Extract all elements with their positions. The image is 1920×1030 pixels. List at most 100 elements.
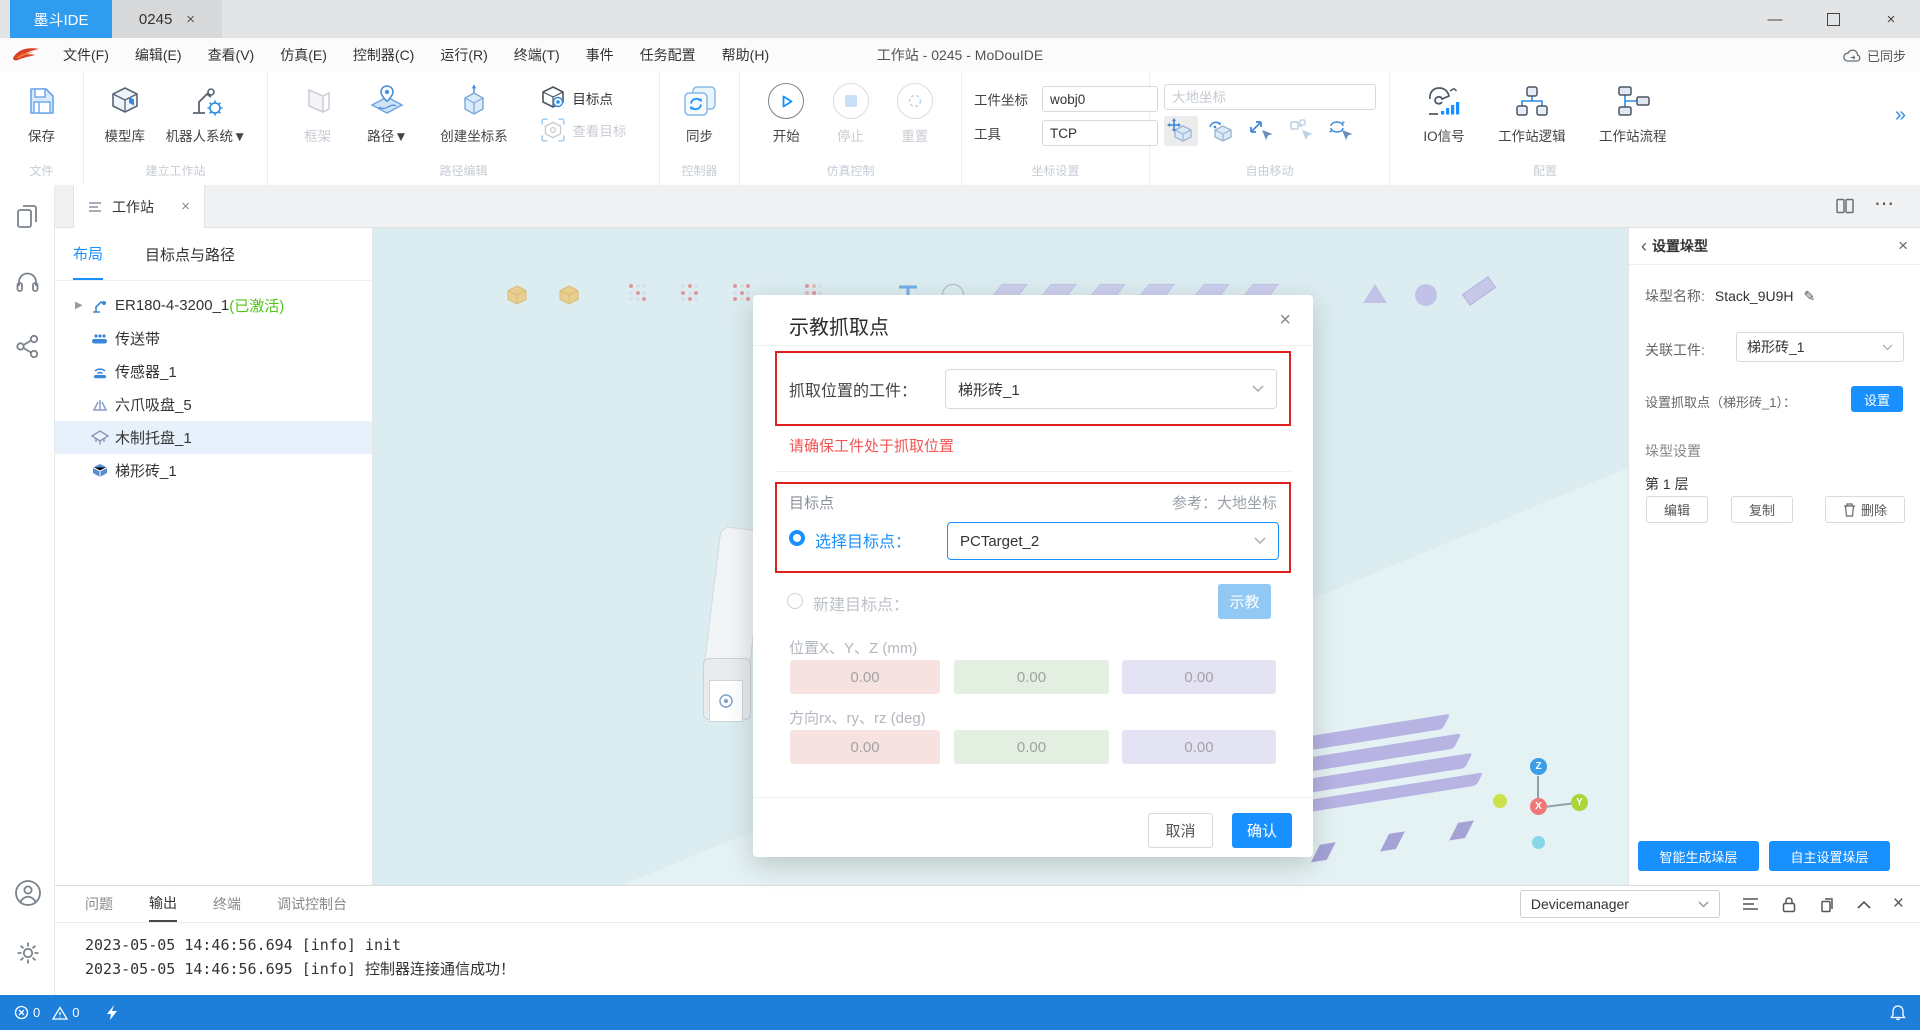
error-count[interactable]: 0 xyxy=(14,1005,40,1020)
stack-panel-close-icon[interactable]: × xyxy=(1898,236,1908,256)
clear-output-icon[interactable] xyxy=(1742,897,1759,911)
gizmo-bottom-dot[interactable] xyxy=(1532,836,1545,849)
menu-run[interactable]: 运行(R) xyxy=(427,45,500,65)
move-translate-icon[interactable] xyxy=(1164,116,1198,146)
menu-terminal[interactable]: 终端(T) xyxy=(501,45,573,65)
canvas-pattern-icon[interactable] xyxy=(629,284,647,302)
lock-scroll-icon[interactable] xyxy=(1781,896,1797,913)
set-grab-point-button[interactable]: 设置 xyxy=(1851,386,1903,412)
orientation-ry-input[interactable]: 0.00 xyxy=(954,730,1109,764)
new-target-radio[interactable] xyxy=(787,593,803,609)
pages-icon[interactable] xyxy=(14,201,41,231)
warning-count[interactable]: 0 xyxy=(52,1005,79,1020)
move-node-icon[interactable] xyxy=(1284,116,1318,146)
tree-item-gripper[interactable]: 六爪吸盘_5 xyxy=(55,388,372,421)
edit-pencil-icon[interactable]: ✎ xyxy=(1803,288,1815,305)
position-z-input[interactable]: 0.00 xyxy=(1122,660,1276,694)
doc-tab-0245[interactable]: 0245 × xyxy=(112,0,222,38)
create-coordsys-button[interactable]: 创建坐标系 xyxy=(440,80,508,145)
toolbar-expand-icon[interactable]: » xyxy=(1895,104,1904,127)
model-library-button[interactable]: 模型库 xyxy=(105,80,146,145)
tab-output[interactable]: 输出 xyxy=(149,886,177,922)
linked-workpiece-select[interactable]: 梯形砖_1 xyxy=(1736,332,1904,362)
view-target-button[interactable]: 查看目标 xyxy=(540,116,626,144)
tree-item-sensor[interactable]: 传感器_1 xyxy=(55,355,372,388)
save-button[interactable]: 保存 xyxy=(25,80,59,145)
canvas-pyramid-icon[interactable] xyxy=(1363,284,1387,303)
station-flow-button[interactable]: 工作站流程 xyxy=(1599,80,1667,145)
workstation-tab[interactable]: 工作站 × xyxy=(73,185,205,228)
canvas-cube2-icon[interactable] xyxy=(557,284,581,308)
frame-button[interactable]: 框架 xyxy=(301,80,335,145)
io-signal-button[interactable]: IO信号 xyxy=(1423,80,1464,145)
menu-file[interactable]: 文件(F) xyxy=(50,45,122,65)
world-coord-input[interactable] xyxy=(1164,84,1376,110)
console-close-icon[interactable]: × xyxy=(1893,893,1904,915)
move-free-icon[interactable] xyxy=(1324,116,1358,146)
menu-view[interactable]: 查看(V) xyxy=(195,45,268,65)
menu-event[interactable]: 事件 xyxy=(573,45,627,65)
canvas-sphere-icon[interactable] xyxy=(1415,284,1437,306)
gizmo-y-handle[interactable]: Y xyxy=(1571,794,1588,811)
doc-tab-close-icon[interactable]: × xyxy=(186,11,195,28)
tool-input[interactable] xyxy=(1042,120,1158,146)
headset-icon[interactable] xyxy=(14,269,41,295)
canvas-ruler-icon[interactable] xyxy=(1462,276,1496,306)
target-point-button[interactable]: 目标点 xyxy=(540,84,626,112)
sync-button[interactable]: 同步 xyxy=(681,80,719,145)
tab-problems[interactable]: 问题 xyxy=(85,886,113,922)
workstation-tab-close-icon[interactable]: × xyxy=(181,198,190,215)
menu-controller[interactable]: 控制器(C) xyxy=(340,45,427,65)
app-tab[interactable]: 墨斗IDE xyxy=(10,0,112,38)
copy-output-icon[interactable] xyxy=(1819,896,1835,913)
confirm-button[interactable]: 确认 xyxy=(1232,813,1292,848)
layer-delete-button[interactable]: 删除 xyxy=(1825,496,1905,523)
select-target-radio[interactable] xyxy=(789,530,805,546)
tab-layout[interactable]: 布局 xyxy=(73,228,103,280)
position-x-input[interactable]: 0.00 xyxy=(790,660,940,694)
device-select[interactable]: Devicemanager xyxy=(1520,890,1720,918)
manual-set-button[interactable]: 自主设置垛层 xyxy=(1769,841,1890,871)
cancel-button[interactable]: 取消 xyxy=(1148,813,1213,848)
window-close-button[interactable]: × xyxy=(1862,0,1920,38)
more-options-icon[interactable]: ⋯ xyxy=(1874,191,1894,216)
canvas-pattern-icon[interactable] xyxy=(681,284,699,302)
gizmo-target-dot[interactable] xyxy=(1493,794,1507,808)
settings-gear-icon[interactable] xyxy=(14,939,42,967)
network-nodes-icon[interactable] xyxy=(14,333,41,360)
workpiece-select[interactable]: 梯形砖_1 xyxy=(945,369,1277,409)
minimize-button[interactable]: — xyxy=(1746,0,1804,38)
back-chevron-icon[interactable]: ‹ xyxy=(1641,236,1647,257)
menu-help[interactable]: 帮助(H) xyxy=(709,45,782,65)
path-button[interactable]: 路径▼ xyxy=(367,80,407,145)
menu-simulation[interactable]: 仿真(E) xyxy=(267,45,340,65)
reset-button[interactable]: 重置 xyxy=(897,80,933,145)
expand-caret-icon[interactable]: ▶ xyxy=(75,300,91,311)
tree-item-conveyor[interactable]: 传送带 xyxy=(55,322,372,355)
tab-terminal[interactable]: 终端 xyxy=(213,886,241,922)
teach-button[interactable]: 示教 xyxy=(1218,584,1271,619)
maximize-button[interactable] xyxy=(1804,0,1862,38)
menu-task-config[interactable]: 任务配置 xyxy=(627,45,709,65)
canvas-pattern-icon[interactable] xyxy=(733,284,751,302)
tree-item-robot[interactable]: ▶ ER180-4-3200_1(已激活) xyxy=(55,289,372,322)
menu-edit[interactable]: 编辑(E) xyxy=(122,45,195,65)
log-area[interactable]: 2023-05-05 14:46:56.694 [info] init 2023… xyxy=(55,923,1920,981)
tree-item-pallet[interactable]: 木制托盘_1 xyxy=(55,421,372,454)
gizmo-z-handle[interactable]: Z xyxy=(1530,758,1547,775)
move-scale-icon[interactable] xyxy=(1244,116,1278,146)
robot-system-button[interactable]: 机器人系统▼ xyxy=(166,80,247,145)
power-status[interactable] xyxy=(107,1005,118,1020)
target-select[interactable]: PCTarget_2 xyxy=(947,522,1279,560)
station-logic-button[interactable]: 工作站逻辑 xyxy=(1498,80,1566,145)
orientation-rx-input[interactable]: 0.00 xyxy=(790,730,940,764)
layer-edit-button[interactable]: 编辑 xyxy=(1646,496,1708,523)
tab-targets-paths[interactable]: 目标点与路径 xyxy=(145,228,235,280)
workpiece-coord-input[interactable] xyxy=(1042,86,1158,112)
move-rotate-icon[interactable] xyxy=(1204,116,1238,146)
collapse-panel-icon[interactable] xyxy=(1857,900,1871,909)
user-account-icon[interactable] xyxy=(14,879,42,907)
position-y-input[interactable]: 0.00 xyxy=(954,660,1109,694)
dialog-close-icon[interactable]: × xyxy=(1279,309,1291,332)
smart-generate-button[interactable]: 智能生成垛层 xyxy=(1638,841,1759,871)
